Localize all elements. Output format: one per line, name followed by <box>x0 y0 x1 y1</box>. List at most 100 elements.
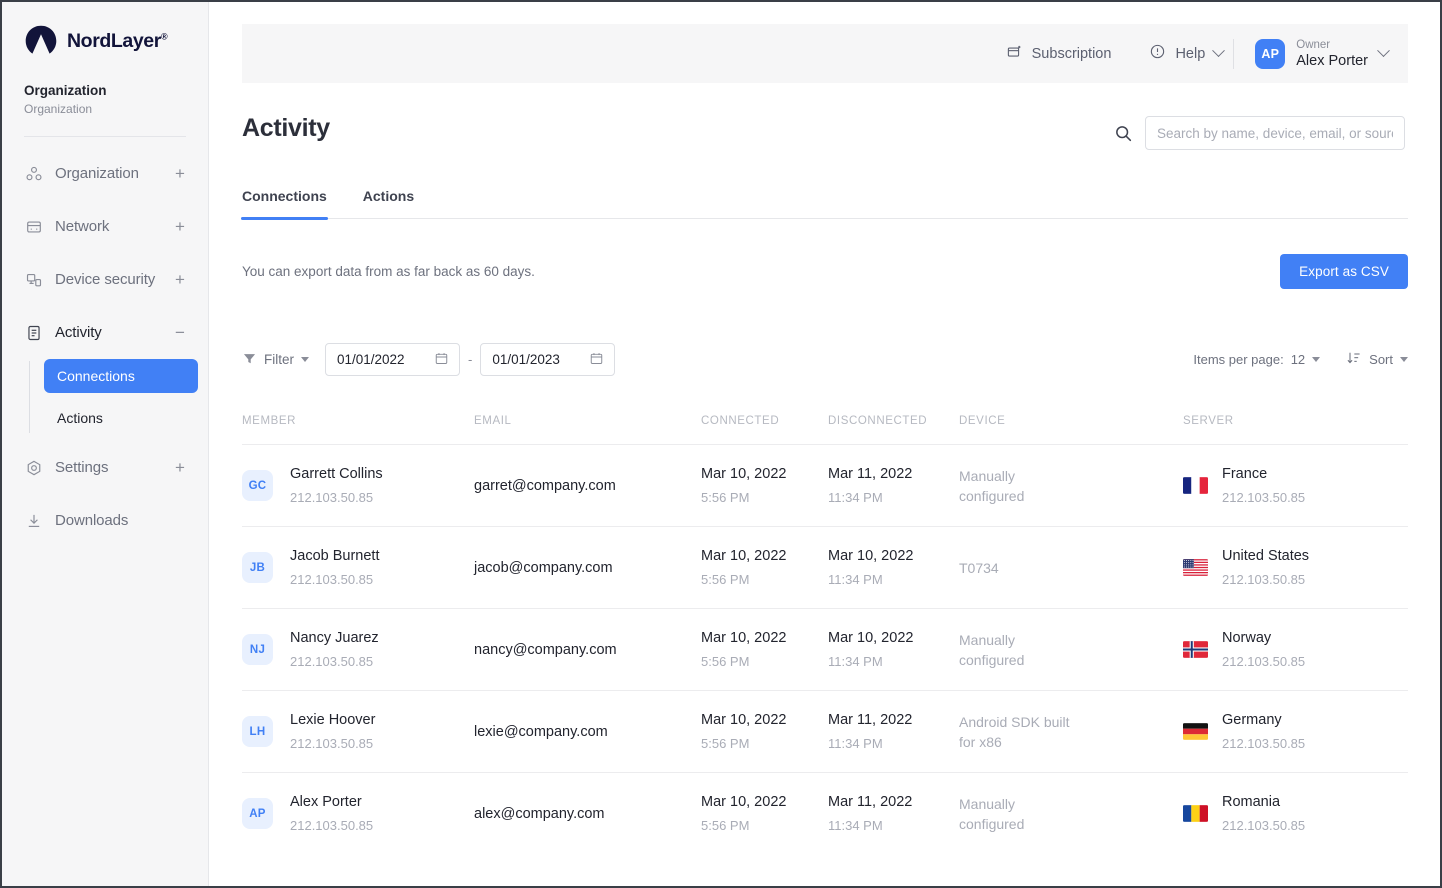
connected-time: 5:56 PM <box>701 490 750 505</box>
download-icon <box>24 511 43 530</box>
column-header-email: EMAIL <box>474 415 512 427</box>
sidebar-item-actions[interactable]: Actions <box>44 401 208 435</box>
tab-actions[interactable]: Actions <box>363 188 414 218</box>
flag-france-icon <box>1183 477 1208 494</box>
cell-member: NJ Nancy Juarez 212.103.50.85 <box>242 629 474 670</box>
user-menu[interactable]: AP Owner Alex Porter <box>1255 38 1390 70</box>
server-country: United States <box>1222 548 1310 564</box>
column-header-disconnected: DISCONNECTED <box>828 415 928 427</box>
cell-server: Romania 212.103.50.85 <box>1183 793 1408 834</box>
cell-connected: Mar 10, 2022 5:56 PM <box>701 547 828 588</box>
connected-time: 5:56 PM <box>701 572 750 587</box>
calendar-icon <box>434 351 449 369</box>
sidebar-item-connections[interactable]: Connections <box>44 359 198 393</box>
collapse-toggle[interactable]: − <box>174 324 186 341</box>
user-text: Owner Alex Porter <box>1296 38 1368 70</box>
expand-toggle[interactable]: + <box>174 271 186 288</box>
disconnected-date: Mar 10, 2022 <box>828 630 914 646</box>
export-note: You can export data from as far back as … <box>242 264 535 279</box>
server-ip: 212.103.50.85 <box>1222 572 1306 587</box>
filter-row: Filter 01/01/2022 - 01/01/2023 Items per… <box>242 343 1408 376</box>
flag-united-states-icon <box>1183 559 1208 576</box>
table-row[interactable]: JB Jacob Burnett 212.103.50.85 jacob@compan… <box>242 526 1408 608</box>
connected-time: 5:56 PM <box>701 736 750 751</box>
avatar: JB <box>242 552 273 583</box>
avatar: AP <box>242 798 273 829</box>
cell-disconnected: Mar 11, 2022 11:34 PM <box>828 465 959 506</box>
cell-email: lexie@company.com <box>474 723 701 741</box>
server-ip: 212.103.50.85 <box>1222 736 1306 751</box>
tab-connections[interactable]: Connections <box>241 188 328 220</box>
member-email: garret@company.com <box>474 477 616 494</box>
cell-device: Manually configured <box>959 630 1183 670</box>
sidebar-item-label: Downloads <box>55 512 129 529</box>
column-header-server: SERVER <box>1183 415 1234 427</box>
table-row[interactable]: AP Alex Porter 212.103.50.85 alex@company.c… <box>242 772 1408 854</box>
member-name: Nancy Juarez <box>290 630 379 646</box>
sidebar-item-settings[interactable]: Settings + <box>2 441 208 494</box>
sidebar-item-activity[interactable]: Activity − <box>2 306 208 359</box>
settings-icon <box>24 458 43 477</box>
sidebar-subitem-label: Actions <box>57 410 103 426</box>
sidebar-item-organization[interactable]: Organization + <box>2 147 208 200</box>
sidebar-item-device-security[interactable]: Device security + <box>2 253 208 306</box>
member-name: Jacob Burnett <box>290 548 380 564</box>
search-icon[interactable] <box>1114 124 1133 143</box>
cell-connected: Mar 10, 2022 5:56 PM <box>701 629 828 670</box>
server-country: Norway <box>1222 630 1272 646</box>
table-row[interactable]: GC Garrett Collins 212.103.50.85 garret@com… <box>242 444 1408 526</box>
expand-toggle[interactable]: + <box>174 165 186 182</box>
page-title: Activity <box>242 114 330 142</box>
cell-connected: Mar 10, 2022 5:56 PM <box>701 711 828 752</box>
disconnected-date: Mar 10, 2022 <box>828 548 914 564</box>
date-range-separator: - <box>468 352 473 367</box>
help-button[interactable]: Help <box>1149 43 1226 64</box>
expand-toggle[interactable]: + <box>174 459 186 476</box>
brand-name: NordLayer® <box>67 29 168 52</box>
cell-server: United States 212.103.50.85 <box>1183 547 1408 588</box>
subscription-button[interactable]: Subscription <box>1006 43 1112 64</box>
disconnected-time: 11:34 PM <box>828 490 883 505</box>
cell-member: AP Alex Porter 212.103.50.85 <box>242 793 474 834</box>
main-content: Subscription Help AP Owner Alex Porter A… <box>209 2 1440 886</box>
subscription-label: Subscription <box>1031 45 1112 62</box>
brand-logo[interactable]: NordLayer® <box>2 2 208 58</box>
activity-tabs: Connections Actions <box>241 188 1408 220</box>
connected-time: 5:56 PM <box>701 654 750 669</box>
date-to-input[interactable]: 01/01/2023 <box>480 343 616 376</box>
tab-label: Connections <box>242 188 327 204</box>
sidebar-item-label: Device security <box>55 271 156 288</box>
cell-member: LH Lexie Hoover 212.103.50.85 <box>242 711 474 752</box>
avatar: LH <box>242 716 273 747</box>
search-input[interactable] <box>1145 116 1405 150</box>
calendar-icon <box>589 351 604 369</box>
items-per-page-value: 12 <box>1290 352 1306 367</box>
expand-toggle[interactable]: + <box>174 218 186 235</box>
export-row: You can export data from as far back as … <box>242 254 1408 289</box>
date-from-input[interactable]: 01/01/2022 <box>325 343 460 376</box>
export-as-csv-button[interactable]: Export as CSV <box>1280 254 1408 289</box>
sort-button[interactable]: Sort <box>1346 350 1408 369</box>
toolbar-divider <box>1233 38 1235 69</box>
avatar: AP <box>1255 38 1286 69</box>
activity-subnav: Connections Actions <box>2 359 208 435</box>
sidebar-item-label: Network <box>55 218 110 235</box>
sort-label: Sort <box>1369 352 1393 367</box>
table-row[interactable]: LH Lexie Hoover 212.103.50.85 lexie@company… <box>242 690 1408 772</box>
sidebar-item-label: Organization <box>55 165 139 182</box>
filter-button[interactable]: Filter <box>242 351 309 369</box>
member-email: jacob@company.com <box>474 559 613 576</box>
sidebar-item-label: Settings <box>55 459 109 476</box>
table-row[interactable]: NJ Nancy Juarez 212.103.50.85 nancy@company… <box>242 608 1408 690</box>
user-role: Owner <box>1296 38 1331 51</box>
flag-norway-icon <box>1183 641 1208 658</box>
sidebar-subitem-label: Connections <box>57 368 135 384</box>
items-per-page-select[interactable]: Items per page: 12 <box>1193 352 1321 367</box>
filter-icon <box>242 351 257 369</box>
help-icon <box>1149 43 1166 64</box>
sidebar-item-network[interactable]: Network + <box>2 200 208 253</box>
cell-device: T0734 <box>959 558 1183 578</box>
sidebar-item-downloads[interactable]: Downloads <box>2 494 208 547</box>
chevron-down-icon <box>1377 44 1390 58</box>
top-bar: Subscription Help AP Owner Alex Porter <box>242 24 1408 83</box>
